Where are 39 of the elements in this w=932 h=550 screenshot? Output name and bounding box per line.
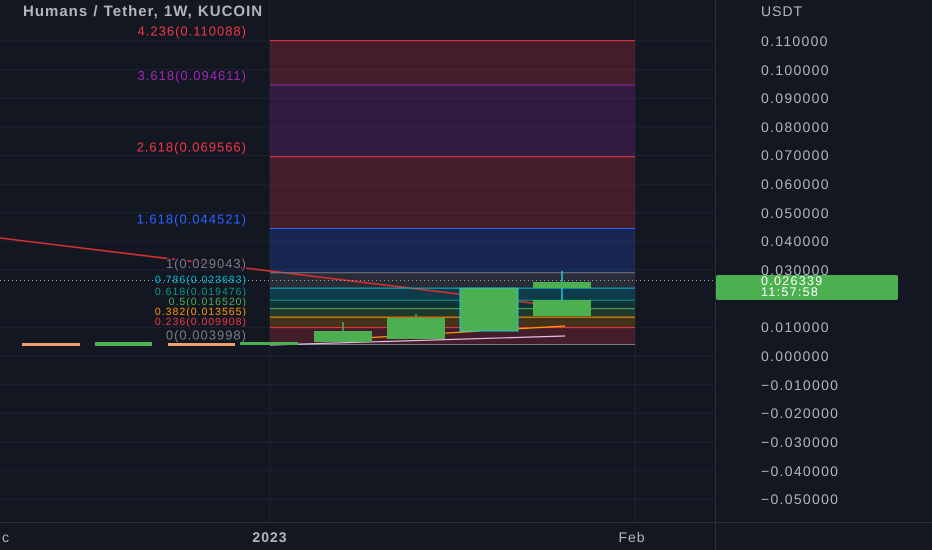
fib-label: 1.618(0.044521) [136,211,247,226]
fib-label: 0(0.003998) [166,328,247,343]
fib-label: 0.5(0.016520) [168,296,247,308]
fib-label: 3.618(0.094611) [138,68,247,83]
fib-label: 0.382(0.013565) [154,306,247,318]
fib-label: 0.236(0.009908) [154,316,247,328]
fib-label: 0.786(0.023683) [154,274,247,286]
bar-countdown: 11:57:58 [761,287,820,299]
time-tick: Feb [618,529,646,545]
candle [387,314,445,339]
price-tick: −0.050000 [761,491,840,508]
price-tick: 0.040000 [761,233,830,250]
price-tick: 0.010000 [761,319,830,336]
candle [168,343,235,346]
price-tick: −0.040000 [761,462,840,479]
price-tick: 0.090000 [761,90,830,106]
currency-label: USDT [761,3,804,19]
price-tick: −0.020000 [761,405,840,422]
candle [95,342,152,346]
price-tick: 0.110000 [761,32,829,49]
price-tick: 0.100000 [761,62,830,78]
price-tick: 0.070000 [761,147,830,164]
price-tick: −0.030000 [761,434,840,450]
fib-label: 0.618(0.019476) [154,286,247,298]
time-tick: 2023 [252,529,288,545]
chart-title: Humans / Tether, 1W, KUCOIN [23,3,264,20]
candle [460,288,518,332]
fib-label: 2.618(0.069566) [136,140,247,155]
fib-label: 4.236(0.110088) [138,24,247,39]
price-tick: 0.060000 [761,176,830,192]
time-tick: c [2,529,10,545]
price-tick: 0.000000 [761,348,830,364]
candle [22,343,80,346]
price-tick: 0.050000 [761,204,830,221]
candle [314,322,372,342]
last-price: 0.026339 [761,276,824,288]
price-tick: 0.080000 [761,118,830,135]
price-tick: −0.010000 [761,376,840,393]
candle [240,342,298,345]
